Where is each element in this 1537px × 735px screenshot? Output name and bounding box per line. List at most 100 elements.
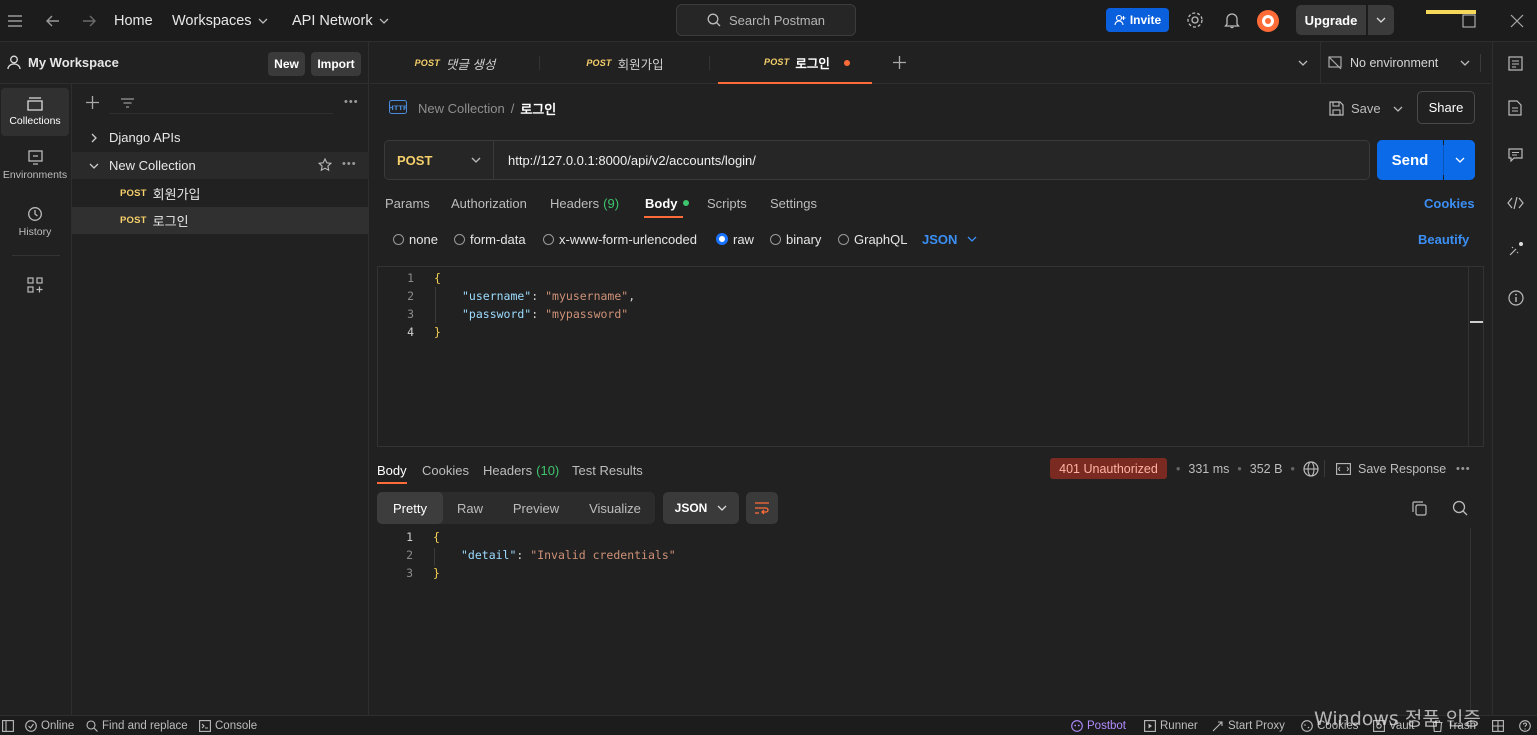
- share-button[interactable]: Share: [1417, 91, 1475, 124]
- view-raw[interactable]: Raw: [443, 492, 497, 524]
- filter-input[interactable]: [109, 92, 333, 114]
- rail-apps[interactable]: [0, 277, 70, 293]
- toggle-sidebar-icon[interactable]: [2, 716, 14, 735]
- save-response-button[interactable]: Save Response: [1336, 458, 1446, 479]
- search-response-icon[interactable]: [1452, 500, 1468, 516]
- view-visualize[interactable]: Visualize: [575, 492, 655, 524]
- radio-form-data[interactable]: form-data: [454, 228, 526, 250]
- tab-comment-create[interactable]: POST 댓글 생성: [370, 42, 540, 84]
- status-badge[interactable]: 401 Unauthorized: [1050, 458, 1167, 479]
- url-input[interactable]: http://127.0.0.1:8000/api/v2/accounts/lo…: [494, 140, 1370, 180]
- search-input[interactable]: Search Postman: [676, 4, 856, 36]
- info-icon[interactable]: [1508, 290, 1524, 306]
- new-tab-plus-icon[interactable]: [893, 56, 906, 69]
- forward-arrow-icon[interactable]: [82, 0, 96, 42]
- breadcrumb-collection[interactable]: New Collection: [418, 101, 505, 116]
- code-icon[interactable]: [1507, 197, 1524, 209]
- layout-grid-icon[interactable]: [1492, 716, 1504, 735]
- method-tag: POST: [120, 215, 147, 226]
- maximize-icon[interactable]: [1462, 14, 1476, 28]
- home-link[interactable]: Home: [114, 0, 153, 42]
- response-tab-cookies[interactable]: Cookies: [422, 458, 469, 482]
- close-icon[interactable]: [1510, 14, 1524, 28]
- beautify-link[interactable]: Beautify: [1418, 228, 1469, 250]
- workspaces-menu[interactable]: Workspaces: [172, 0, 268, 42]
- related-collections-icon[interactable]: [1508, 241, 1524, 257]
- view-pretty[interactable]: Pretty: [377, 492, 443, 524]
- radio-raw[interactable]: raw: [716, 228, 754, 250]
- tab-signup[interactable]: POST 회원가입: [540, 42, 710, 84]
- tab-login[interactable]: POST 로그인: [718, 42, 872, 84]
- postbot-button[interactable]: Postbot: [1071, 716, 1126, 735]
- avatar[interactable]: [1256, 9, 1280, 33]
- tree-item-signup-request[interactable]: POST 회원가입: [72, 180, 369, 207]
- tab-label: 로그인: [795, 56, 830, 71]
- response-size[interactable]: 352 B: [1250, 462, 1283, 476]
- add-collection-icon[interactable]: [86, 96, 99, 109]
- tab-authorization[interactable]: Authorization: [451, 190, 527, 216]
- notifications-bell-icon[interactable]: [1224, 11, 1240, 29]
- breadcrumb-request[interactable]: 로그인: [520, 99, 556, 118]
- upgrade-menu-button[interactable]: [1368, 5, 1394, 35]
- environment-quicklook-icon[interactable]: [1508, 56, 1523, 71]
- response-time[interactable]: 331 ms: [1188, 462, 1229, 476]
- collections-sidebar: ••• Django APIs New Collection ••• POST …: [72, 84, 369, 715]
- runner-button[interactable]: Runner: [1144, 716, 1198, 735]
- menu-icon[interactable]: [8, 0, 22, 42]
- method-select[interactable]: POST: [384, 140, 494, 180]
- tabs-overflow-chevron-icon[interactable]: [1298, 60, 1308, 66]
- invite-button[interactable]: Invite: [1106, 8, 1169, 32]
- sidebar-more-icon[interactable]: •••: [344, 96, 359, 108]
- send-button[interactable]: Send: [1377, 140, 1443, 180]
- tree-item-django-apis[interactable]: Django APIs: [72, 124, 369, 151]
- response-more-icon[interactable]: •••: [1456, 463, 1471, 475]
- online-status[interactable]: Online: [25, 716, 74, 735]
- request-body-editor[interactable]: 1 { 2 "username": "myusername", 3 "passwo…: [377, 266, 1484, 447]
- radio-graphql[interactable]: GraphQL: [838, 228, 907, 250]
- copy-icon[interactable]: [1412, 501, 1427, 516]
- more-icon[interactable]: •••: [342, 158, 357, 170]
- radio-binary[interactable]: binary: [770, 228, 821, 250]
- save-button[interactable]: Save: [1329, 98, 1381, 118]
- radio-none[interactable]: none: [393, 228, 438, 250]
- back-arrow-icon[interactable]: [46, 0, 60, 42]
- cookies-link[interactable]: Cookies: [1424, 190, 1475, 216]
- environment-selector[interactable]: No environment: [1328, 42, 1478, 84]
- response-body-viewer[interactable]: 1 { 2 "detail": "Invalid credentials" 3}: [377, 528, 1484, 712]
- console-button[interactable]: Console: [199, 716, 257, 735]
- rail-environments[interactable]: Environments: [0, 150, 70, 181]
- tab-params[interactable]: Params: [385, 190, 430, 216]
- response-tab-test-results[interactable]: Test Results: [572, 458, 643, 482]
- rail-collections[interactable]: Collections: [1, 88, 69, 136]
- start-proxy-button[interactable]: Start Proxy: [1212, 716, 1285, 735]
- response-format-select[interactable]: JSON: [663, 492, 739, 524]
- tree-item-login-request[interactable]: POST 로그인: [72, 207, 369, 234]
- response-tab-body[interactable]: Body: [377, 458, 407, 482]
- request-tabs-bar: POST 댓글 생성 POST 회원가입 POST 로그인 No environ…: [370, 42, 1491, 84]
- api-network-menu[interactable]: API Network: [292, 0, 389, 42]
- comments-icon[interactable]: [1508, 148, 1523, 162]
- tab-scripts[interactable]: Scripts: [707, 190, 747, 216]
- tab-headers[interactable]: Headers (9): [550, 190, 619, 216]
- help-icon[interactable]: [1519, 716, 1531, 735]
- send-options-button[interactable]: [1444, 140, 1475, 180]
- upgrade-button[interactable]: Upgrade: [1296, 5, 1366, 35]
- chevron-down-icon: [967, 236, 977, 242]
- find-replace-button[interactable]: Find and replace: [86, 716, 188, 735]
- radio-urlencoded[interactable]: x-www-form-urlencoded: [543, 228, 697, 250]
- code-brace: }: [434, 325, 441, 339]
- save-options-chevron-icon[interactable]: [1393, 106, 1403, 112]
- response-tab-headers[interactable]: Headers (10): [483, 458, 559, 482]
- view-preview[interactable]: Preview: [497, 492, 575, 524]
- tree-item-new-collection[interactable]: New Collection •••: [72, 152, 369, 179]
- tab-settings[interactable]: Settings: [770, 190, 817, 216]
- body-format-select[interactable]: JSON: [922, 228, 977, 250]
- new-button[interactable]: New: [268, 52, 305, 76]
- documentation-icon[interactable]: [1508, 100, 1522, 116]
- import-button[interactable]: Import: [311, 52, 361, 76]
- rail-history[interactable]: History: [0, 206, 70, 238]
- tab-body[interactable]: Body: [645, 190, 689, 216]
- wrap-lines-button[interactable]: [746, 492, 778, 524]
- settings-gear-icon[interactable]: [1186, 11, 1204, 29]
- workspace-title[interactable]: My Workspace: [7, 55, 119, 70]
